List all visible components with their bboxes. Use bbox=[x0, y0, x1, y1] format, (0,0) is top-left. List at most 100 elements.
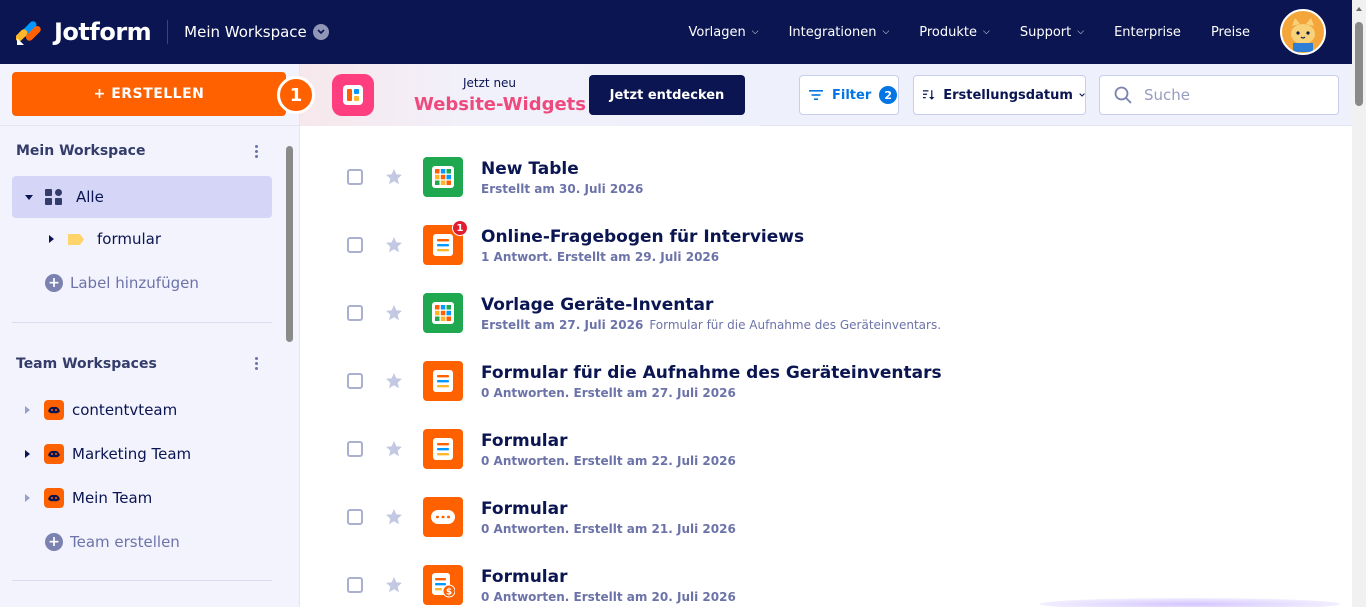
my-workspace-more-icon[interactable] bbox=[250, 145, 262, 158]
sidebar-scrollbar-thumb[interactable] bbox=[286, 146, 293, 342]
search-icon bbox=[1114, 86, 1132, 104]
my-workspace-heading: Mein Workspace bbox=[16, 143, 146, 159]
chevron-down-icon: ⌵ bbox=[751, 27, 759, 37]
promo-banner: Jetzt neu Website-Widgets Jetzt entdecke… bbox=[300, 64, 760, 126]
user-avatar[interactable] bbox=[1280, 9, 1326, 55]
list-item[interactable]: Formular 0 Antworten. Erstellt am 22. Ju… bbox=[300, 415, 1352, 483]
form-meta: 0 Antworten. Erstellt am 27. Juli 2026 bbox=[481, 386, 736, 400]
svg-text:$: $ bbox=[446, 588, 452, 598]
sort-descending-icon bbox=[923, 90, 935, 100]
form-title[interactable]: Formular bbox=[481, 567, 568, 587]
search-input[interactable] bbox=[1144, 86, 1324, 104]
sidebar-team-marketing[interactable]: Marketing Team bbox=[25, 444, 191, 464]
form-icon bbox=[423, 429, 463, 469]
select-checkbox[interactable] bbox=[347, 373, 363, 389]
widgets-icon bbox=[332, 74, 374, 116]
filter-label: Filter bbox=[832, 87, 872, 103]
nav-separator bbox=[167, 20, 169, 44]
nav-vorlagen[interactable]: Vorlagen ⌵ bbox=[688, 25, 758, 40]
list-item[interactable]: Formular 0 Antworten. Erstellt am 21. Ju… bbox=[300, 483, 1352, 551]
select-checkbox[interactable] bbox=[347, 237, 363, 253]
select-checkbox[interactable] bbox=[347, 169, 363, 185]
create-team-button[interactable]: + Team erstellen bbox=[45, 533, 180, 551]
search-box[interactable] bbox=[1099, 75, 1339, 115]
sidebar-item-all[interactable]: Alle bbox=[12, 176, 272, 218]
filter-button[interactable]: Filter 2 bbox=[799, 75, 899, 115]
form-title[interactable]: Vorlage Geräte-Inventar bbox=[481, 295, 713, 315]
create-button[interactable]: + ERSTELLEN bbox=[12, 72, 286, 116]
nav-links: Vorlagen ⌵ Integrationen ⌵ Produkte ⌵ Suppo… bbox=[688, 0, 1352, 64]
page-scrollbar-thumb[interactable] bbox=[1355, 22, 1363, 106]
list-item[interactable]: New Table Erstellt am 30. Juli 2026 bbox=[300, 143, 1352, 211]
form-icon bbox=[423, 361, 463, 401]
scroll-up-icon[interactable] bbox=[1355, 6, 1363, 12]
sidebar-team-mein-team[interactable]: Mein Team bbox=[25, 488, 152, 508]
nav-produkte[interactable]: Produkte ⌵ bbox=[919, 25, 990, 40]
team-name: Marketing Team bbox=[72, 445, 192, 463]
form-meta: 0 Antworten. Erstellt am 21. Juli 2026 bbox=[481, 522, 736, 536]
star-icon[interactable] bbox=[385, 236, 403, 254]
jotform-logo-icon bbox=[15, 18, 42, 46]
plus-circle-icon: + bbox=[45, 274, 63, 292]
sort-button[interactable]: Erstellungsdatum bbox=[913, 75, 1086, 115]
caret-right-icon bbox=[49, 235, 54, 243]
add-label-button[interactable]: + Label hinzufügen bbox=[45, 274, 199, 292]
nav-preise[interactable]: Preise bbox=[1211, 25, 1250, 40]
nav-enterprise[interactable]: Enterprise bbox=[1114, 25, 1181, 40]
filter-icon bbox=[809, 90, 823, 100]
grid-icon bbox=[45, 189, 62, 205]
list-item[interactable]: 1 Online-Fragebogen für Interviews 1 Ant… bbox=[300, 211, 1352, 279]
card-form-icon bbox=[423, 497, 463, 537]
decorative-glow bbox=[1040, 598, 1340, 607]
step-badge: 1 bbox=[277, 76, 315, 114]
cat-avatar-icon bbox=[1283, 12, 1323, 52]
sort-label: Erstellungsdatum bbox=[943, 87, 1073, 103]
team-icon bbox=[44, 444, 64, 464]
jotform-logo[interactable]: Jotform bbox=[15, 18, 152, 46]
top-navigation: Jotform Mein Workspace Vorlagen ⌵ Integra… bbox=[0, 0, 1352, 64]
nav-integrationen[interactable]: Integrationen ⌵ bbox=[789, 25, 890, 40]
form-title[interactable]: Formular bbox=[481, 431, 568, 451]
form-title[interactable]: New Table bbox=[481, 159, 579, 179]
team-name: Mein Team bbox=[72, 489, 153, 507]
nav-support[interactable]: Support ⌵ bbox=[1020, 25, 1084, 40]
form-title[interactable]: Formular bbox=[481, 499, 568, 519]
label-tag-icon bbox=[68, 233, 84, 245]
select-checkbox[interactable] bbox=[347, 441, 363, 457]
sidebar-item-formular[interactable]: formular bbox=[49, 230, 161, 248]
form-description: Formular für die Aufnahme des Geräteinve… bbox=[649, 318, 942, 332]
select-checkbox[interactable] bbox=[347, 305, 363, 321]
add-label-text: Label hinzufügen bbox=[70, 274, 199, 292]
caret-down-icon bbox=[25, 194, 33, 200]
sidebar-item-all-label: Alle bbox=[76, 188, 104, 206]
list-item[interactable]: Formular für die Aufnahme des Geräteinve… bbox=[300, 347, 1352, 415]
sidebar: + ERSTELLEN Mein Workspace Alle formular… bbox=[0, 64, 300, 607]
team-workspaces-more-icon[interactable] bbox=[250, 357, 262, 370]
star-icon[interactable] bbox=[385, 168, 403, 186]
star-icon[interactable] bbox=[385, 508, 403, 526]
page-scrollbar[interactable] bbox=[1352, 0, 1366, 607]
select-checkbox[interactable] bbox=[347, 577, 363, 593]
list-item[interactable]: Vorlage Geräte-Inventar Erstellt am 27. … bbox=[300, 279, 1352, 347]
caret-right-icon bbox=[25, 450, 30, 458]
star-icon[interactable] bbox=[385, 576, 403, 594]
star-icon[interactable] bbox=[385, 304, 403, 322]
sidebar-scrollbar[interactable] bbox=[284, 140, 294, 607]
chevron-down-icon: ⌵ bbox=[983, 27, 990, 37]
form-title[interactable]: Online-Fragebogen für Interviews bbox=[481, 227, 804, 247]
star-icon[interactable] bbox=[385, 440, 403, 458]
sidebar-item-formular-label: formular bbox=[97, 230, 162, 248]
form-title[interactable]: Formular für die Aufnahme des Geräteinve… bbox=[481, 363, 942, 383]
chevron-down-icon bbox=[312, 24, 329, 40]
workspace-selector[interactable]: Mein Workspace bbox=[184, 23, 329, 41]
form-meta: 0 Antworten. Erstellt am 20. Juli 2026 bbox=[481, 590, 736, 604]
filter-count-badge: 2 bbox=[879, 86, 898, 104]
sidebar-team-contentvteam[interactable]: contentvteam bbox=[25, 400, 177, 420]
forms-list: New Table Erstellt am 30. Juli 2026 1 On… bbox=[300, 126, 1352, 607]
chevron-down-icon: ⌵ bbox=[1077, 27, 1085, 37]
sidebar-top-divider bbox=[0, 125, 299, 126]
team-name: contentvteam bbox=[72, 401, 178, 419]
discover-button[interactable]: Jetzt entdecken bbox=[589, 75, 745, 115]
star-icon[interactable] bbox=[385, 372, 403, 390]
select-checkbox[interactable] bbox=[347, 509, 363, 525]
